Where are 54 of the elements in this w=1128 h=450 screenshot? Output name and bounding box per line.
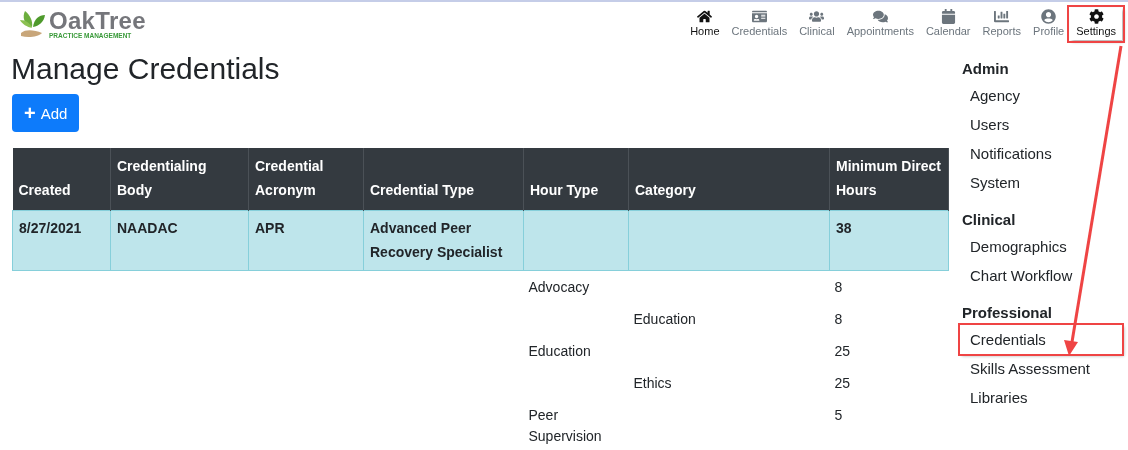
table-cell: APR xyxy=(248,210,364,271)
table-cell: Advocacy xyxy=(523,270,629,303)
table-cell-text: Peer Supervision xyxy=(527,406,603,446)
menu-item[interactable]: Libraries xyxy=(960,383,1122,412)
menu-item[interactable]: Agency xyxy=(960,81,1122,110)
calendar-icon xyxy=(940,9,956,24)
table-cell-text: Ethics xyxy=(632,374,673,393)
nav-link[interactable]: Home xyxy=(684,8,726,40)
nav-link[interactable]: Credentials xyxy=(725,8,794,40)
table-cell-text: 25 xyxy=(833,374,852,393)
nav-link[interactable]: Calendar xyxy=(919,8,977,40)
column-header: Credential Type xyxy=(363,148,524,211)
bar-chart-icon xyxy=(994,9,1010,24)
nav-link[interactable]: Profile xyxy=(1027,8,1071,40)
nav-link[interactable]: Appointments xyxy=(840,8,920,40)
user-icon xyxy=(1041,9,1057,24)
menu-item[interactable]: Notifications xyxy=(960,139,1122,168)
table-cell: NAADAC xyxy=(110,210,249,271)
page-title: Manage Credentials xyxy=(11,51,281,87)
menu-item[interactable]: Credentials xyxy=(960,325,1122,354)
menu-heading: Clinical xyxy=(962,211,1017,228)
column-header: Created xyxy=(12,148,111,211)
menu-item[interactable]: Skills Assessment xyxy=(960,354,1122,383)
nav-link[interactable]: Settings xyxy=(1070,8,1122,40)
menu-heading: Admin xyxy=(962,60,1010,77)
settings-icon xyxy=(1088,9,1104,24)
home-icon xyxy=(697,9,713,24)
id-card-icon xyxy=(751,9,767,24)
people-icon xyxy=(809,9,825,24)
column-header: Credentialing Body xyxy=(110,148,249,211)
table-cell: 8/27/2021 xyxy=(12,210,111,271)
table-cell-text: 8 xyxy=(833,310,844,329)
menu-heading: Professional xyxy=(962,304,1054,321)
table-cell: Advanced Peer Recovery Specialist xyxy=(363,210,524,271)
column-header: Hour Type xyxy=(523,148,629,211)
table-cell-text: Education xyxy=(527,342,592,361)
column-header: Category xyxy=(628,148,830,211)
add-button[interactable]: + Add xyxy=(12,94,80,132)
table-cell: 38 xyxy=(829,210,949,271)
menu-item[interactable]: Chart Workflow xyxy=(960,261,1122,290)
table-cell-text: 25 xyxy=(833,342,852,361)
nav-link[interactable]: Reports xyxy=(976,8,1028,40)
logo-name: OakTree xyxy=(49,9,146,33)
menu-item[interactable]: Users xyxy=(960,110,1122,139)
menu-item[interactable]: Demographics xyxy=(960,232,1122,261)
table-cell-text: 5 xyxy=(833,406,844,425)
chat-icon xyxy=(872,9,888,24)
table-cell: 8 xyxy=(829,270,949,303)
column-header: Minimum Direct Hours xyxy=(829,148,949,211)
logo-icon xyxy=(20,9,46,40)
nav-link[interactable]: Clinical xyxy=(793,8,841,40)
column-header: Credential Acronym xyxy=(248,148,364,211)
table-cell-text: Education xyxy=(632,310,697,329)
menu-item[interactable]: System xyxy=(960,168,1122,197)
